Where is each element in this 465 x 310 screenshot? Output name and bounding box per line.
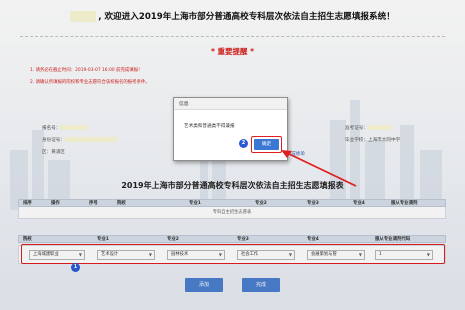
dialog-message: 艺术类和普通类不得兼报: [184, 124, 235, 129]
ok-highlight: [251, 136, 282, 153]
step-badge-2: 2: [239, 139, 248, 148]
dialog-title: 信息: [179, 102, 189, 107]
dialog-header: 信息: [174, 98, 287, 110]
